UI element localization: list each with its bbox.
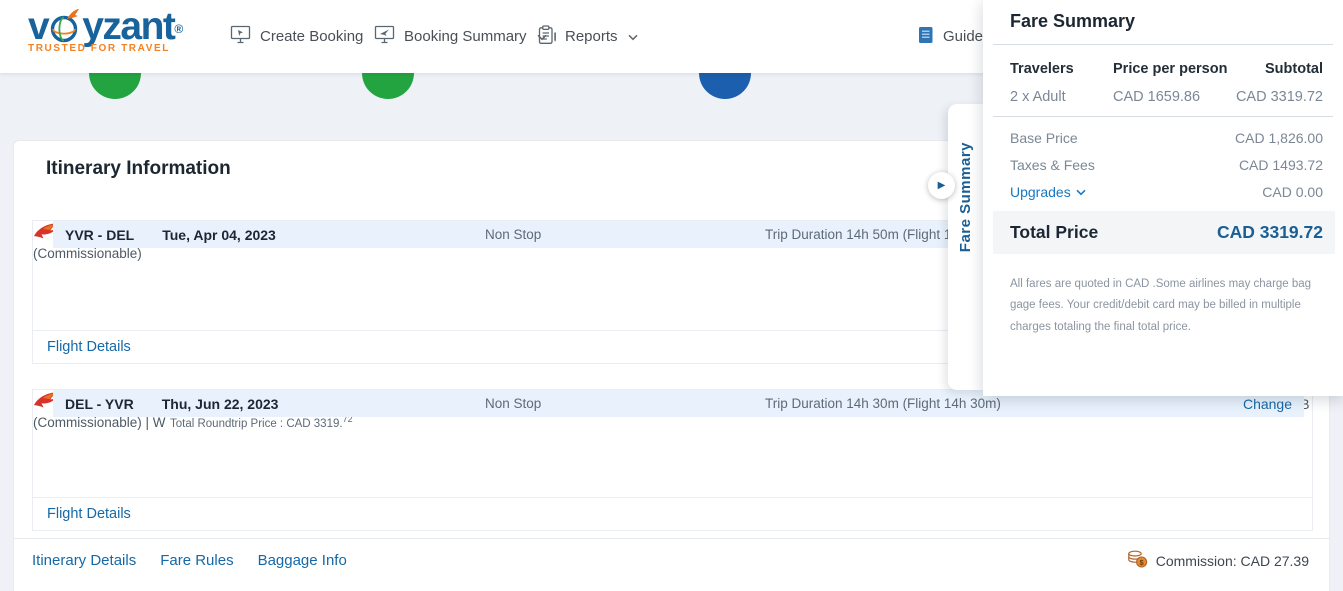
subtotal-value: CAD 3319.72 [1236,89,1323,105]
footer-divider [14,538,1329,539]
flight-details-row: Flight Details [33,497,1312,530]
divider [993,116,1333,117]
monitor-cursor-icon [230,25,251,48]
total-roundtrip-price: Total Roundtrip Price : CAD 3319.72 [170,418,353,430]
chevron-down-icon [628,28,638,45]
segment-date: Thu, Jun 22, 2023 [162,396,279,412]
voyzant-logo[interactable]: v yzant ® TRUSTED FOR TRAVEL [28,5,186,54]
segment-route: DEL - YVR [65,396,134,412]
nav-label: Reports [565,28,618,45]
upgrades-label: Upgrades [1010,184,1071,200]
fare-summary-tab[interactable]: Fare Summary [948,104,984,390]
taxes-fees-label: Taxes & Fees [1010,157,1095,173]
upgrades-link[interactable]: Upgrades [1010,184,1086,200]
segment-stops: Non Stop [485,396,541,411]
col-travelers: Travelers [1010,61,1074,77]
nav-reports[interactable]: Reports [538,0,638,73]
fare-summary-panel: Fare Summary Travelers Price per person … [983,0,1343,396]
total-price-row: Total Price CAD 3319.72 [993,211,1335,254]
nav-label: Guide [943,28,983,45]
registered-mark: ® [174,22,183,36]
col-subtotal: Subtotal [1265,61,1323,77]
taxes-fees-value: CAD 1493.72 [1239,157,1323,173]
baggage-info-link[interactable]: Baggage Info [258,552,347,569]
fare-summary-tab-label: Fare Summary [957,142,974,252]
nav-label: Booking Summary [404,28,527,45]
nav-guide[interactable]: Guide [918,0,983,73]
flight-details-link[interactable]: Flight Details [47,339,131,355]
segment-duration: Trip Duration 14h 30m (Flight 14h 30m) [765,396,1001,411]
nav-booking-summary[interactable]: Booking Summary [374,0,547,73]
play-icon: ▶ [938,181,946,191]
change-flight-link[interactable]: Change [1243,396,1292,412]
total-price-label: Total Price [1010,222,1098,243]
total-price-value: CAD 3319.72 [1217,222,1323,243]
monitor-plane-icon [374,25,395,48]
fare-summary-collapse-button[interactable]: ▶ [928,172,955,199]
segment-stops: Non Stop [485,227,541,242]
price-per-person-value: CAD 1659.86 [1113,89,1200,105]
nav-label: Create Booking [260,28,363,45]
coins-icon: $ [1127,550,1148,571]
itinerary-details-link[interactable]: Itinerary Details [32,552,136,569]
base-price-value: CAD 1,826.00 [1235,130,1323,146]
segment-route: YVR - DEL [65,227,134,243]
col-price-per-person: Price per person [1113,61,1227,77]
flight-segment-return: DEL - YVR Thu, Jun 22, 2023 Non Stop Tri… [32,389,1313,531]
divider [993,44,1333,45]
segment-date: Tue, Apr 04, 2023 [162,227,276,243]
commission-amount: $ Commission: CAD 27.39 [1127,550,1309,571]
clipboard-icon [538,25,556,49]
itinerary-footer-links: Itinerary Details Fare Rules Baggage Inf… [32,552,347,569]
nav-create-booking[interactable]: Create Booking [230,0,363,73]
base-price-label: Base Price [1010,130,1078,146]
logo-text-left: v [28,7,48,46]
globe-plane-icon [47,7,83,50]
guide-book-icon [918,26,934,48]
commission-text: Commission: CAD 27.39 [1156,553,1309,569]
travelers-value: 2 x Adult [1010,89,1066,105]
roundtrip-price-main: Total Roundtrip Price : CAD 3319. [170,418,343,430]
chevron-down-icon [1076,189,1086,196]
fare-summary-title: Fare Summary [1010,11,1135,32]
page-title: Itinerary Information [46,158,231,180]
upgrades-value: CAD 0.00 [1262,184,1323,200]
fare-disclaimer: All fares are quoted in CAD .Some airlin… [1010,274,1322,338]
logo-text-right: yzant [82,7,174,46]
flight-details-link[interactable]: Flight Details [47,506,131,522]
fare-rules-link[interactable]: Fare Rules [160,552,233,569]
